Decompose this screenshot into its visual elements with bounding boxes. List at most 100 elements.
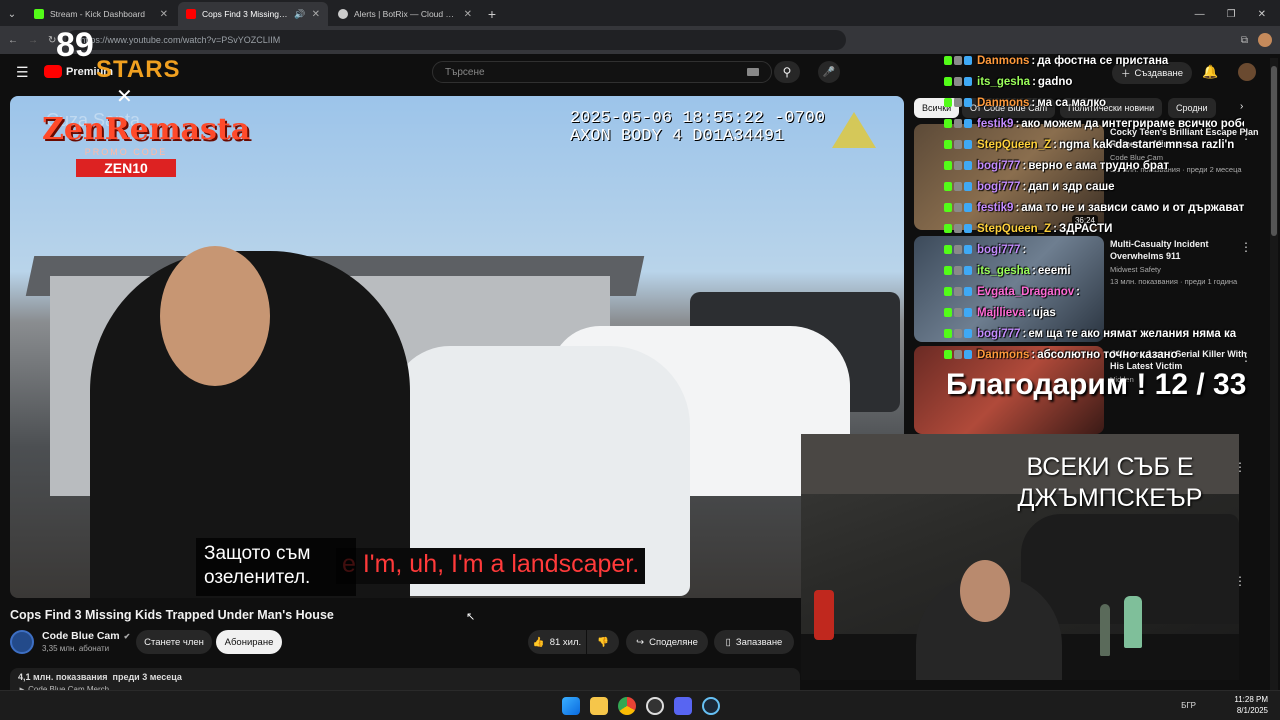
scrollbar-thumb[interactable] [1271,66,1277,236]
like-button[interactable]: 👍 81 хил. [528,630,586,654]
chat-badge-icon [964,266,972,275]
chat-badge-icon [944,245,952,254]
chat-badge-icon [944,161,952,170]
tab-kick-dashboard[interactable]: Stream - Kick Dashboard ✕ [26,2,176,26]
chat-message: bogi777 : ем ща те ако нямат желания ням… [944,323,1244,344]
chat-text: ngma kak da stane mn sa razli'n [1058,138,1235,151]
windows-start-icon[interactable] [562,697,580,715]
clock[interactable]: 11:28 PM 8/1/2025 [1234,694,1268,716]
description-box[interactable]: 4,1 млн. показвания преди 3 месеца ► Cod… [10,668,800,694]
chat-message: festik9 : ама то не и зависи само и от д… [944,197,1244,218]
stream-chat-overlay: Danmons : да фостна се пристана its_gesha… [944,50,1244,360]
share-icon: ↪ [636,636,645,648]
channel-avatar[interactable] [10,630,34,654]
chat-text: ама то не и зависи само и от държавата [1021,201,1244,214]
search-input[interactable]: Търсене [432,61,772,83]
chat-badge-icon [954,203,962,212]
close-tab-icon[interactable]: ✕ [312,9,320,20]
chat-username: Majllieva [977,306,1025,319]
chat-text: eeemi [1037,264,1071,277]
chat-separator: : [1032,75,1036,88]
thumbs-up-icon: 👍 [532,636,545,648]
close-tab-icon[interactable]: ✕ [160,9,168,20]
chat-message: its_gesha : eeemi [944,260,1244,281]
file-explorer-icon[interactable] [590,697,608,715]
chat-username: bogi777 [977,327,1021,340]
crossed-swords-icon: ✕ [116,86,133,108]
bodycam-timestamp-line2: AXON BODY 4 D01A34491 [570,127,785,146]
chat-separator: : [1022,243,1027,256]
chat-separator: : [1015,201,1020,214]
chat-separator: : [1031,96,1036,109]
search-button[interactable]: ⚲ [774,61,800,83]
speaker-icon[interactable]: 🔊 [294,9,305,20]
menu-icon[interactable]: ☰ [16,64,29,81]
chat-badge-icon [954,56,962,65]
chat-badge-icon [944,119,952,128]
obs-icon[interactable] [646,697,664,715]
more-options-icon[interactable]: ⋮ [1234,460,1246,474]
water-bottle [1124,596,1142,648]
chat-username: Danmons [977,96,1030,109]
subscribe-label: Абониране [224,636,274,648]
minimize-icon[interactable]: — [1195,9,1205,20]
share-button[interactable]: ↪ Споделяне [626,630,708,654]
browser-tab-bar: ⌄ Stream - Kick Dashboard ✕ Cops Find 3 … [0,0,1280,26]
chat-separator: : [1022,159,1027,172]
chrome-icon[interactable] [618,697,636,715]
more-options-icon[interactable]: ⋮ [1234,574,1246,588]
new-tab-button[interactable]: + [480,2,504,26]
chat-badge-icon [954,98,962,107]
clock-time: 11:28 PM [1234,695,1268,704]
kick-icon [34,9,44,19]
windows-taskbar: БГР 11:28 PM 8/1/2025 [0,690,1280,720]
page-scrollbar[interactable] [1270,58,1278,690]
keyboard-icon[interactable] [747,68,759,76]
extensions-icon[interactable]: ⧉ [1241,35,1248,46]
save-button[interactable]: ▯ Запазване [714,630,794,654]
chat-badge-icon [944,203,952,212]
chat-badge-icon [954,224,962,233]
tab-menu-button[interactable]: ⌄ [0,2,24,26]
url-text: https://www.youtube.com/watch?v=PSvYOZCL… [80,35,281,45]
microphone-icon: 🎤 [822,66,836,78]
window-controls: — ❐ ✕ [1181,9,1280,26]
steam-icon[interactable] [702,697,720,715]
bookmark-icon: ▯ [725,636,731,648]
forward-icon[interactable]: → [28,35,38,46]
join-button[interactable]: Станете член [136,630,212,654]
chat-message: Danmons : абсолютно точно казано [944,344,1244,360]
profile-icon[interactable] [1258,33,1272,47]
discord-icon[interactable] [674,697,692,715]
tab-youtube-video[interactable]: Cops Find 3 Missing Kids Tr 🔊 ✕ [178,2,328,26]
close-window-icon[interactable]: ✕ [1258,9,1266,20]
mouse-cursor: ↖ [466,611,476,623]
restore-icon[interactable]: ❐ [1227,9,1236,20]
voice-search-button[interactable]: 🎤 [818,61,840,83]
chat-separator: : [1022,180,1027,193]
chat-badge-icon [944,77,952,86]
verified-icon: ✔ [123,631,131,641]
chat-badge-icon [964,224,972,233]
chat-text: ако можем да интегрираме всичко роботи [1021,117,1244,130]
chat-text: gadno [1037,75,1073,88]
sponsor-name: ZenRemasta [42,112,251,147]
channel-name[interactable]: Code Blue Cam [42,630,120,642]
subscribe-button[interactable]: Абониране [216,630,282,654]
clock-date: 8/1/2025 [1236,706,1268,715]
language-indicator[interactable]: БГР [1181,701,1196,710]
dislike-button[interactable]: 👎 [587,630,619,654]
chat-badge-icon [944,56,952,65]
chat-username: Danmons [977,54,1030,67]
tab-botrix-alerts[interactable]: Alerts | BotRix — Cloud Stream ✕ [330,2,480,26]
chat-badge-icon [944,266,952,275]
chat-badge-icon [954,308,962,317]
chat-username: Evgata_Draganov [977,285,1075,298]
bottle [1100,604,1110,656]
close-tab-icon[interactable]: ✕ [464,9,472,20]
chat-badge-icon [964,287,972,296]
streamer-head [960,560,1010,622]
chat-badge-icon [964,98,972,107]
url-field[interactable]: https://www.youtube.com/watch?v=PSvYOZCL… [66,30,847,50]
back-icon[interactable]: ← [8,35,18,46]
